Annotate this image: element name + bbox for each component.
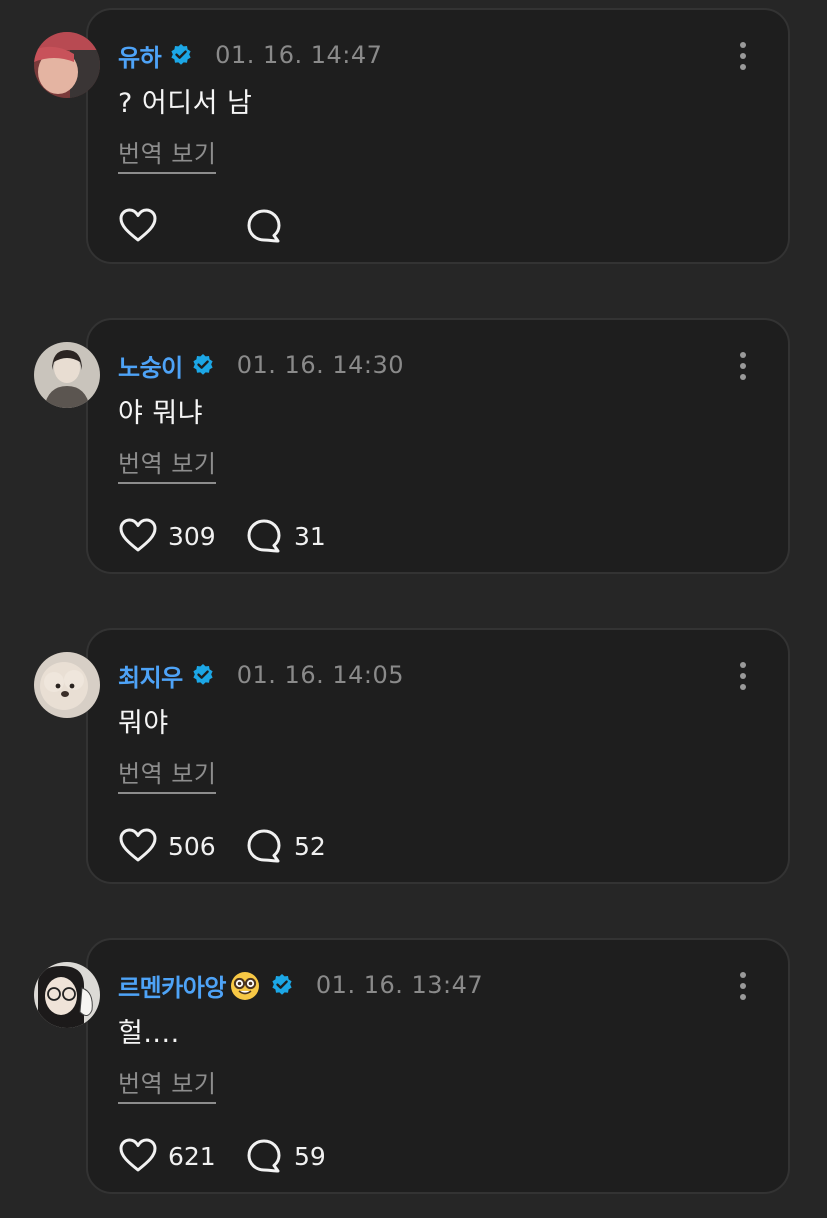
comment-text: 뭐야 bbox=[118, 708, 169, 739]
timestamp: 01. 16. 14:05 bbox=[236, 661, 405, 689]
reply-bubble-icon bbox=[244, 1136, 284, 1176]
like-count: 506 bbox=[168, 831, 216, 861]
heart-icon bbox=[118, 1136, 158, 1176]
comment-text: ? 어디서 남 bbox=[118, 88, 253, 119]
avatar[interactable] bbox=[34, 32, 100, 98]
more-vertical-icon[interactable] bbox=[728, 350, 758, 382]
like-button[interactable]: 621 bbox=[118, 1136, 244, 1176]
username[interactable]: 최지우 bbox=[118, 658, 183, 693]
heart-icon bbox=[118, 516, 158, 556]
reply-bubble-icon bbox=[244, 516, 284, 556]
reply-button[interactable] bbox=[244, 206, 294, 246]
username[interactable]: 유하 bbox=[118, 38, 162, 73]
comment-item: 최지우 01. 16. 14:05 뭐야 번역 보기 506 52 bbox=[0, 628, 827, 908]
comment-text: 야 뭐냐 bbox=[118, 398, 204, 429]
avatar[interactable] bbox=[34, 652, 100, 718]
reply-bubble-icon bbox=[244, 826, 284, 866]
like-button[interactable]: 506 bbox=[118, 826, 244, 866]
timestamp: 01. 16. 13:47 bbox=[315, 971, 484, 999]
verified-badge-icon bbox=[169, 43, 193, 67]
translate-link[interactable]: 번역 보기 bbox=[118, 1066, 217, 1104]
heart-icon bbox=[118, 826, 158, 866]
verified-badge-icon bbox=[191, 663, 215, 687]
more-vertical-icon[interactable] bbox=[728, 660, 758, 692]
avatar[interactable] bbox=[34, 342, 100, 408]
reply-count: 52 bbox=[294, 831, 326, 861]
reply-bubble-icon bbox=[244, 206, 284, 246]
comment-text: 헐.... bbox=[118, 1018, 180, 1049]
translate-link[interactable]: 번역 보기 bbox=[118, 446, 217, 484]
more-vertical-icon[interactable] bbox=[728, 970, 758, 1002]
username[interactable]: 노숭이 bbox=[118, 348, 183, 383]
avatar[interactable] bbox=[34, 962, 100, 1028]
reply-button[interactable]: 52 bbox=[244, 826, 326, 866]
like-button[interactable] bbox=[118, 206, 244, 246]
like-count: 309 bbox=[168, 521, 216, 551]
username[interactable]: 르멘카아앙 bbox=[118, 968, 226, 1003]
timestamp: 01. 16. 14:47 bbox=[215, 41, 383, 69]
timestamp: 01. 16. 14:30 bbox=[236, 351, 405, 379]
verified-badge-icon bbox=[270, 973, 294, 997]
more-vertical-icon[interactable] bbox=[728, 40, 758, 72]
translate-link[interactable]: 번역 보기 bbox=[118, 756, 217, 794]
reply-count: 31 bbox=[294, 521, 326, 551]
reply-button[interactable]: 59 bbox=[244, 1136, 326, 1176]
comment-item: 르멘카아앙 01. 16. 13:47 헐.... 번역 보기 621 59 bbox=[0, 938, 827, 1218]
like-count: 621 bbox=[168, 1141, 216, 1171]
nerd-face-emoji bbox=[228, 968, 262, 1002]
translate-link[interactable]: 번역 보기 bbox=[118, 136, 217, 174]
like-button[interactable]: 309 bbox=[118, 516, 244, 556]
verified-badge-icon bbox=[191, 353, 215, 377]
comment-item: 노숭이 01. 16. 14:30 야 뭐냐 번역 보기 309 31 bbox=[0, 318, 827, 598]
reply-button[interactable]: 31 bbox=[244, 516, 326, 556]
comment-item: 유하 01. 16. 14:47 ? 어디서 남 번역 보기 bbox=[0, 8, 827, 288]
reply-count: 59 bbox=[294, 1141, 326, 1171]
heart-icon bbox=[118, 206, 158, 246]
